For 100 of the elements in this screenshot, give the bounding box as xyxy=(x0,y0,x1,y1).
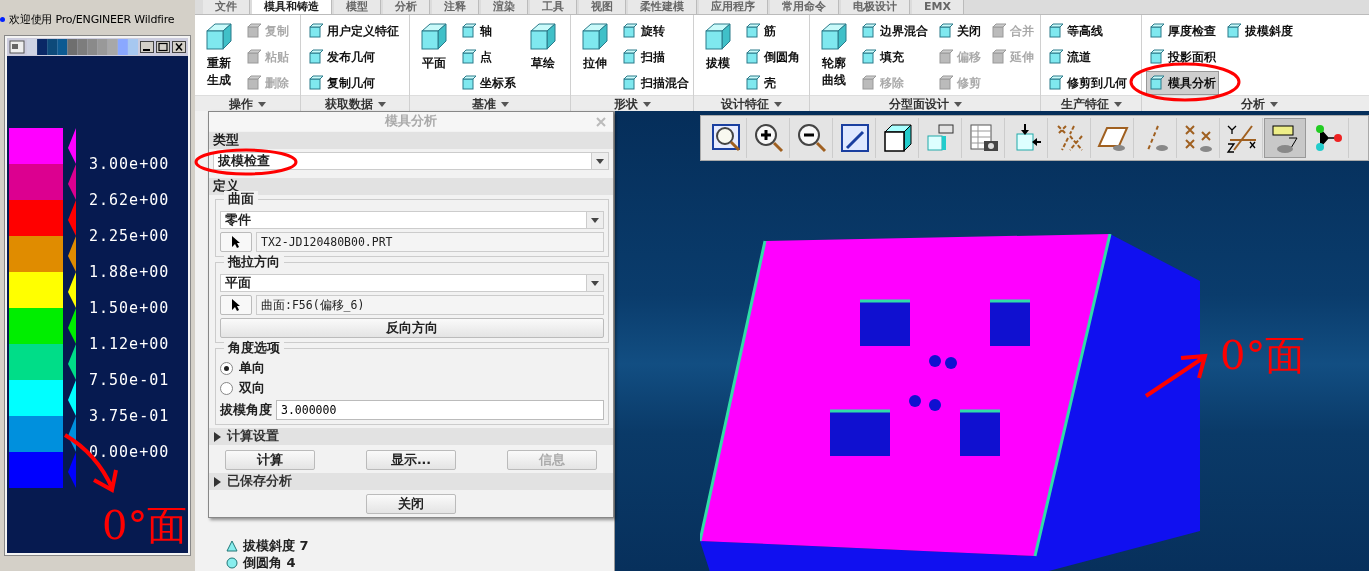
reference-field: TX2-JD120480B00.PRT xyxy=(256,232,604,252)
select-button[interactable] xyxy=(220,232,252,252)
dropdown[interactable]: 拔模检查 xyxy=(213,152,609,170)
ribbon-tab[interactable]: 视图 xyxy=(579,0,626,14)
ribbon-tab[interactable]: 文件 xyxy=(203,0,250,14)
ribbon-large-button[interactable]: 平面 xyxy=(414,19,454,95)
ribbon-button[interactable]: 拔模斜度 xyxy=(1223,19,1296,43)
field-label: 拔模角度 xyxy=(220,401,272,419)
angle-field[interactable]: 3.000000 xyxy=(276,400,604,420)
box-icon xyxy=(745,23,761,39)
radio-option[interactable]: 单向 xyxy=(220,360,604,377)
ribbon-button[interactable]: 扫描 xyxy=(619,45,692,69)
minimize-icon[interactable] xyxy=(140,41,154,53)
pointer-arrow-icon xyxy=(231,235,241,249)
legend-value: 3.00e+00 xyxy=(88,154,171,175)
dropdown[interactable]: 平面 xyxy=(220,274,604,292)
triangle-icon xyxy=(213,431,221,442)
ribbon-button[interactable]: 修剪到几何 xyxy=(1045,71,1130,95)
box-icon xyxy=(308,49,324,65)
box-icon xyxy=(861,23,877,39)
ribbon-tab[interactable]: 应用程序 xyxy=(699,0,768,14)
ribbon-button[interactable]: 扫描混合 xyxy=(619,71,692,95)
box-icon xyxy=(745,49,761,65)
dropdown[interactable]: 零件 xyxy=(220,211,604,229)
box-icon xyxy=(1149,49,1165,65)
welcome-message: 欢迎使用 Pro/ENGINEER Wildfire xyxy=(9,11,175,27)
cross-marks-icon xyxy=(1182,122,1215,154)
legend-value: 2.25e+00 xyxy=(88,226,171,247)
tree-item[interactable]: 拔模斜度 7 xyxy=(225,537,614,554)
flip-direction-button[interactable]: 反向方向 xyxy=(220,318,604,338)
box-icon xyxy=(1226,23,1242,39)
ribbon-tab[interactable]: 模具和铸造 xyxy=(252,0,332,14)
box-icon xyxy=(246,23,262,39)
box-icon xyxy=(203,21,235,53)
ribbon-tab[interactable]: 常用命令 xyxy=(770,0,839,14)
group-label: 曲面 xyxy=(224,191,258,208)
ribbon-button[interactable]: 模具分析 xyxy=(1146,71,1219,95)
ribbon-large-button[interactable]: 轮廓曲线 xyxy=(814,19,854,95)
ribbon-tab[interactable]: 分析 xyxy=(383,0,430,14)
ribbon-large-button[interactable]: 拔模 xyxy=(698,19,738,95)
legend-value: 1.50e+00 xyxy=(88,298,171,319)
ribbon-tab[interactable]: 电极设计 xyxy=(841,0,910,14)
ribbon-button[interactable]: 壳 xyxy=(742,71,803,95)
ribbon-tab[interactable]: 注释 xyxy=(432,0,479,14)
framed-square-icon xyxy=(838,122,871,154)
ribbon-button[interactable]: 填充 xyxy=(858,45,931,69)
radio-option[interactable]: 双向 xyxy=(220,380,604,397)
ribbon-tab[interactable]: 模型 xyxy=(334,0,381,14)
cube-tag-icon xyxy=(924,122,957,154)
handwritten-note: 0°面 xyxy=(1219,331,1307,380)
box-icon xyxy=(938,23,954,39)
zoom-in-icon xyxy=(752,122,785,154)
ribbon-button[interactable]: 发布几何 xyxy=(305,45,402,69)
box-icon xyxy=(622,49,638,65)
ribbon-button[interactable]: 复制几何 xyxy=(305,71,402,95)
radio-button[interactable] xyxy=(220,362,233,375)
ribbon-button[interactable]: 投影面积 xyxy=(1146,45,1219,69)
box-icon xyxy=(579,21,611,53)
legend-value: 1.12e+00 xyxy=(88,334,171,355)
tree-item[interactable]: 倒圆角 4 xyxy=(225,554,614,571)
ribbon-large-button[interactable]: 重新生成 xyxy=(199,19,239,95)
ribbon-tab[interactable]: 渲染 xyxy=(481,0,528,14)
ribbon-tab[interactable]: EMX xyxy=(912,0,964,14)
dialog-button[interactable]: 显示... xyxy=(366,450,456,470)
ribbon-button[interactable]: 轴 xyxy=(458,19,519,43)
caret-icon xyxy=(591,280,599,286)
section-toggle[interactable]: 已保存分析 xyxy=(213,473,292,490)
ribbon-button[interactable]: 等高线 xyxy=(1045,19,1130,43)
ribbon-tab[interactable]: 柔性建模 xyxy=(628,0,697,14)
close-button[interactable]: 关闭 xyxy=(366,494,456,514)
ribbon-large-button[interactable]: 拉伸 xyxy=(575,19,615,95)
status-dot xyxy=(0,16,5,22)
box-icon xyxy=(938,75,954,91)
close-icon[interactable] xyxy=(172,41,186,53)
ribbon-large-button[interactable]: 草绘 xyxy=(523,19,563,95)
ribbon-button[interactable]: 用户定义特征 xyxy=(305,19,402,43)
ribbon-button[interactable]: 边界混合 xyxy=(858,19,931,43)
pointer-arrow-icon xyxy=(231,298,241,312)
ribbon-button[interactable]: 倒圆角 xyxy=(742,45,803,69)
triangle-icon xyxy=(213,476,221,487)
ribbon-tab[interactable]: 工具 xyxy=(530,0,577,14)
radio-button[interactable] xyxy=(220,382,233,395)
box-icon xyxy=(1048,75,1064,91)
box-icon xyxy=(308,75,324,91)
select-button[interactable] xyxy=(220,295,252,315)
dialog-button[interactable]: 计算 xyxy=(225,450,315,470)
maximize-icon[interactable] xyxy=(156,41,170,53)
ribbon-button[interactable]: 关闭 xyxy=(935,19,984,43)
box-icon xyxy=(702,21,734,53)
ribbon-button[interactable]: 流道 xyxy=(1045,45,1130,69)
group-label: 角度选项 xyxy=(224,340,284,357)
round-icon xyxy=(225,555,239,570)
ribbon-button[interactable]: 筋 xyxy=(742,19,803,43)
table-camera-icon xyxy=(967,122,1000,154)
ribbon-button[interactable]: 点 xyxy=(458,45,519,69)
section-toggle[interactable]: 计算设置 xyxy=(213,428,279,445)
ribbon-button[interactable]: 旋转 xyxy=(619,19,692,43)
zoom-out-icon xyxy=(795,122,828,154)
ribbon-button[interactable]: 厚度检查 xyxy=(1146,19,1219,43)
ribbon-button[interactable]: 坐标系 xyxy=(458,71,519,95)
